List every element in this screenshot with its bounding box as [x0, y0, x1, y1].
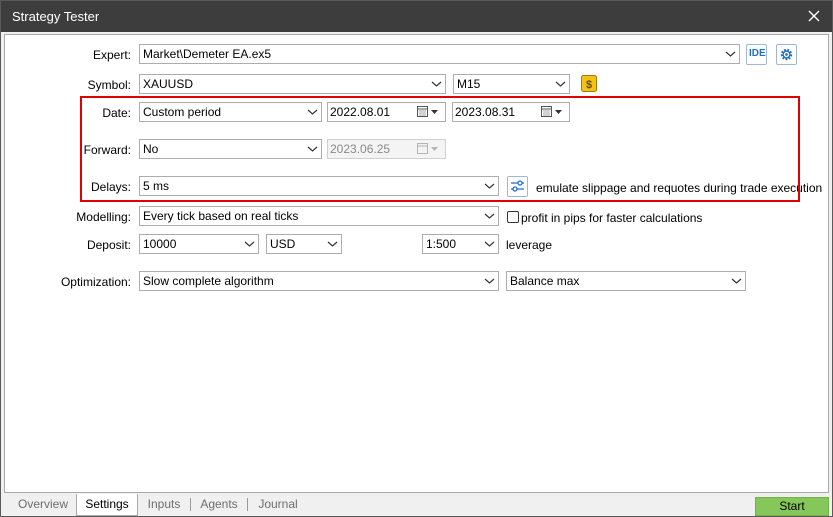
optimization-label: Optimization:: [60, 275, 131, 289]
modelling-label: Modelling:: [76, 210, 131, 224]
chevron-down-icon: [307, 109, 318, 115]
emulate-slippage-text: emulate slippage and requotes during tra…: [536, 181, 823, 195]
expert-label: Expert:: [92, 48, 131, 62]
window-title: Strategy Tester: [12, 9, 100, 24]
date-to-value: 2023.08.31: [455, 105, 516, 119]
timeframe-value: M15: [457, 77, 481, 91]
tab-agents[interactable]: Agents: [193, 494, 245, 514]
chevron-down-icon: [307, 146, 318, 152]
leverage-select[interactable]: 1:500: [422, 234, 499, 254]
chevron-down-icon: [327, 241, 338, 247]
chevron-down-icon: [555, 81, 566, 87]
forward-select[interactable]: No: [139, 139, 322, 159]
date-period-select[interactable]: Custom period: [139, 102, 322, 122]
chevron-down-icon: [484, 241, 495, 247]
optimization-value: Slow complete algorithm: [143, 274, 274, 288]
forward-date-picker: 2023.06.25: [327, 139, 446, 159]
profit-in-pips-label: profit in pips for faster calculations: [521, 211, 703, 225]
delay-settings-button[interactable]: [507, 176, 528, 197]
ide-button[interactable]: IDE: [746, 44, 767, 65]
calendar-icon: [417, 143, 438, 154]
chevron-down-icon: [731, 278, 742, 284]
date-to-picker[interactable]: 2023.08.31: [452, 102, 570, 122]
deposit-label: Deposit:: [86, 238, 131, 252]
expert-settings-button[interactable]: [776, 44, 797, 65]
title-bar: Strategy Tester: [1, 1, 832, 32]
calendar-icon[interactable]: [417, 106, 441, 118]
chevron-down-icon: [484, 183, 495, 189]
delays-value: 5 ms: [143, 179, 170, 193]
ide-icon: IDE: [749, 48, 766, 59]
date-from-picker[interactable]: 2022.08.01: [327, 102, 446, 122]
tab-separator: [190, 498, 191, 511]
optimization-criterion-select[interactable]: Balance max: [506, 271, 746, 291]
chevron-down-icon: [484, 278, 495, 284]
leverage-value: 1:500: [426, 237, 457, 251]
tab-settings[interactable]: Settings: [76, 494, 138, 516]
tab-inputs[interactable]: Inputs: [140, 494, 188, 514]
close-icon[interactable]: [804, 6, 824, 26]
svg-text:$: $: [586, 79, 592, 91]
gear-icon: [780, 48, 793, 61]
expert-select[interactable]: Market\Demeter EA.ex5: [139, 44, 740, 64]
modelling-select[interactable]: Every tick based on real ticks: [139, 206, 499, 226]
date-from-value: 2022.08.01: [330, 105, 391, 119]
date-label: Date:: [102, 106, 131, 120]
chevron-down-icon: [484, 213, 495, 219]
strategy-tester-window: Strategy Tester Expert: Market\Demeter E…: [0, 0, 833, 517]
tab-separator: [247, 498, 248, 511]
deposit-select[interactable]: 10000: [139, 234, 259, 254]
optimization-select[interactable]: Slow complete algorithm: [139, 271, 499, 291]
tab-overview[interactable]: Overview: [8, 494, 78, 514]
criterion-value: Balance max: [510, 274, 580, 288]
forward-date-value: 2023.06.25: [330, 142, 391, 156]
delays-select[interactable]: 5 ms: [139, 176, 499, 196]
calendar-icon[interactable]: [541, 106, 565, 118]
symbol-value: XAUUSD: [143, 77, 194, 91]
date-period-value: Custom period: [143, 105, 222, 119]
chevron-down-icon: [244, 241, 255, 247]
chevron-down-icon: [725, 51, 736, 57]
chevron-down-icon: [431, 81, 442, 87]
currency-value: USD: [270, 237, 296, 251]
currency-select[interactable]: USD: [266, 234, 342, 254]
forward-value: No: [143, 142, 159, 156]
forward-label: Forward:: [83, 143, 131, 157]
delays-label: Delays:: [90, 180, 131, 194]
leverage-label: leverage: [506, 238, 553, 252]
sliders-icon: [511, 180, 524, 192]
timeframe-select[interactable]: M15: [453, 74, 570, 94]
start-button[interactable]: Start: [755, 497, 829, 516]
tab-journal[interactable]: Journal: [250, 494, 306, 514]
deposit-value: 10000: [143, 237, 177, 251]
expert-value: Market\Demeter EA.ex5: [143, 47, 272, 61]
modelling-value: Every tick based on real ticks: [143, 209, 299, 223]
profit-in-pips-checkbox[interactable]: [507, 211, 519, 223]
symbol-label: Symbol:: [87, 78, 131, 92]
symbol-select[interactable]: XAUUSD: [139, 74, 446, 94]
bottom-tab-bar: Overview Settings Inputs Agents Journal: [4, 494, 829, 516]
symbol-properties-icon[interactable]: $: [581, 75, 597, 92]
